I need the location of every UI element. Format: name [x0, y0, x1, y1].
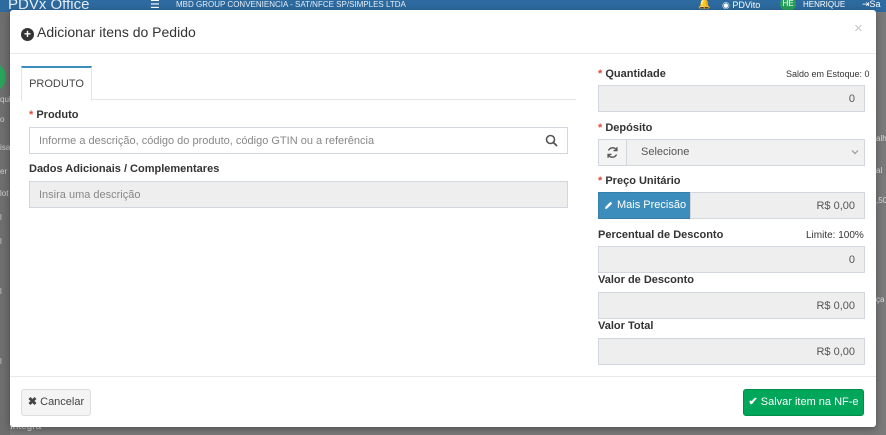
required-mark: * — [598, 68, 603, 80]
save-item-button[interactable]: ✔ Salvar item na NF-e — [743, 389, 864, 416]
quantidade-input[interactable] — [598, 85, 865, 112]
sidebar-fragment[interactable]: l — [0, 287, 10, 296]
saldo-estoque: Saldo em Estoque: 0 — [786, 69, 870, 79]
background-fragment: ça — [876, 295, 885, 304]
refresh-deposito-button[interactable] — [598, 139, 627, 166]
bell-icon[interactable]: 🔔 — [698, 0, 710, 10]
modal-header: + Adicionar itens do Pedido × — [10, 10, 876, 54]
sidebar-fragment[interactable]: l — [0, 237, 10, 246]
percentual-desconto-label: Percentual de Desconto — [598, 229, 724, 241]
sidebar-fragment[interactable]: isa — [0, 143, 10, 152]
produto-label-text: Produto — [36, 109, 79, 121]
valor-desconto-label: Valor de Desconto — [598, 274, 694, 286]
sidebar-fragment[interactable]: qui — [0, 95, 10, 104]
sidebar-fragment[interactable]: lot — [0, 189, 10, 198]
deposito-label: * Depósito — [598, 122, 652, 134]
percentual-desconto-input[interactable] — [598, 246, 865, 273]
chevron-down-icon — [851, 150, 859, 155]
logout-link[interactable]: ⇥Sa — [862, 0, 881, 10]
dados-adicionais-label: Dados Adicionais / Complementares — [29, 163, 220, 175]
modal-title-text: Adicionar itens do Pedido — [37, 24, 196, 40]
deposito-selected: Selecione — [641, 146, 690, 158]
cancel-label: Cancelar — [40, 396, 85, 408]
refresh-icon — [607, 147, 618, 158]
produto-search-input[interactable] — [29, 127, 538, 154]
tab-produto[interactable]: PRODUTO — [21, 66, 92, 101]
company-name: MBD GROUP CONVENIENCIA - SAT/NFCE SP/SIM… — [176, 0, 406, 9]
tab-bar: PRODUTO — [21, 66, 576, 101]
close-button[interactable]: × — [854, 20, 863, 37]
logout-label: Sa — [869, 0, 881, 9]
sidebar-fragment[interactable]: l — [0, 357, 10, 366]
sidebar-fragment[interactable]: er — [0, 167, 10, 176]
required-mark: * — [598, 175, 603, 187]
limite-desconto: Limite: 100% — [806, 230, 864, 241]
pencil-icon — [604, 201, 613, 209]
background-fragment: ,50 — [876, 196, 886, 205]
quantidade-label: * Quantidade — [598, 68, 666, 80]
close-icon: ✖ — [27, 396, 38, 408]
pdv-label: PDVito — [732, 0, 761, 10]
sidebar-fragment[interactable]: o — [0, 115, 10, 124]
mais-precisao-button[interactable]: Mais Precisão — [598, 192, 691, 219]
check-icon: ✔ — [748, 396, 758, 408]
valor-total-label: Valor Total — [598, 320, 654, 332]
background-fragment: al — [876, 166, 883, 175]
preco-unitario-label: * Preço Unitário — [598, 175, 681, 187]
preco-unitario-input[interactable] — [690, 192, 865, 219]
background-fragment: alh — [876, 134, 886, 143]
modal-footer: ✖ Cancelar ✔ Salvar item na NF-e — [10, 376, 876, 427]
mais-precisao-label: Mais Precisão — [616, 199, 687, 211]
save-label: Salvar item na NF-e — [760, 396, 859, 408]
cancel-button[interactable]: ✖ Cancelar — [21, 389, 91, 416]
user-name[interactable]: HENRIQUE — [803, 0, 845, 9]
produto-label: * Produto — [29, 109, 79, 121]
add-item-modal: + Adicionar itens do Pedido × PRODUTO * P… — [10, 10, 876, 427]
required-mark: * — [598, 122, 603, 134]
quantidade-label-text: Quantidade — [605, 68, 666, 80]
modal-title: + Adicionar itens do Pedido — [21, 24, 196, 41]
sidebar-fragment[interactable]: l — [0, 213, 10, 222]
valor-total-input[interactable] — [598, 338, 865, 365]
search-button[interactable] — [537, 127, 568, 154]
dados-adicionais-input[interactable] — [29, 181, 568, 208]
deposito-select[interactable]: Selecione — [626, 139, 865, 166]
plus-circle-icon: + — [21, 28, 34, 41]
deposito-label-text: Depósito — [605, 122, 653, 134]
valor-desconto-input[interactable] — [598, 292, 865, 319]
search-icon — [545, 134, 558, 147]
required-mark: * — [29, 109, 34, 121]
preco-unitario-label-text: Preço Unitário — [605, 175, 681, 187]
